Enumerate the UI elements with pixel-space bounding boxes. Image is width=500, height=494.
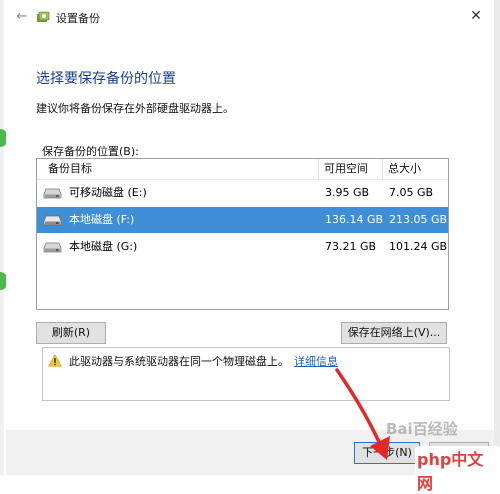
next-button[interactable]: 下一步(N) [354,442,420,464]
drive-row-g[interactable]: 本地磁盘 (G:) 73.21 GB 101.24 GB [37,234,448,260]
save-location-label: 保存备份的位置(B): [42,145,139,158]
details-link[interactable]: 详细信息 [294,353,338,369]
drive-name: 本地磁盘 (F:) [69,213,135,226]
baidu-watermark: Bai百经验 [386,420,458,438]
drive-name: 本地磁盘 (G:) [69,240,138,253]
drive-total-size: 101.24 GB [389,240,448,253]
local-disk-icon [43,215,62,226]
title-bar: ← 设置备份 ✕ [6,0,494,34]
drive-total-size: 7.05 GB [389,186,434,199]
column-header-total-size[interactable]: 总大小 [383,159,448,179]
removable-drive-icon [43,188,62,199]
background-edge-right [493,0,500,475]
backup-app-icon [37,11,50,22]
column-header-target[interactable]: 备份目标 [43,159,318,179]
drive-name: 可移动磁盘 (E:) [69,186,147,199]
page-heading: 选择要保存备份的位置 [36,71,176,87]
backup-destination-list[interactable]: 备份目标 可用空间 总大小 可移动磁盘 (E:) 3.95 GB 7.05 GB… [36,158,449,310]
save-on-network-button[interactable]: 保存在网络上(V)... [341,322,447,344]
refresh-button[interactable]: 刷新(R) [36,322,106,344]
back-arrow-icon[interactable]: ← [14,9,30,25]
php-watermark: php中文网 [415,446,500,494]
warning-message: 此驱动器与系统驱动器在同一个物理磁盘上。 [69,355,289,368]
window-title: 设置备份 [56,12,100,25]
background-edge-left [0,0,4,475]
drive-row-f[interactable]: 本地磁盘 (F:) 136.14 GB 213.05 GB [37,207,448,233]
setup-backup-window: ← 设置备份 ✕ 选择要保存备份的位置 建议你将备份保存在外部硬盘驱动器上。 保… [6,0,494,475]
drive-total-size: 213.05 GB [389,213,448,226]
recommendation-text: 建议你将备份保存在外部硬盘驱动器上。 [36,102,234,115]
drive-free-space: 73.21 GB [325,240,377,253]
drive-row-e[interactable]: 可移动磁盘 (E:) 3.95 GB 7.05 GB [37,180,448,206]
local-disk-icon [43,242,62,253]
column-header-free-space[interactable]: 可用空间 [319,159,382,179]
warning-panel: 此驱动器与系统驱动器在同一个物理磁盘上。 详细信息 [42,347,450,401]
warning-icon [48,354,62,367]
list-header: 备份目标 可用空间 总大小 [37,159,448,180]
drive-free-space: 136.14 GB [325,213,384,226]
close-icon[interactable]: ✕ [464,4,488,28]
drive-free-space: 3.95 GB [325,186,370,199]
